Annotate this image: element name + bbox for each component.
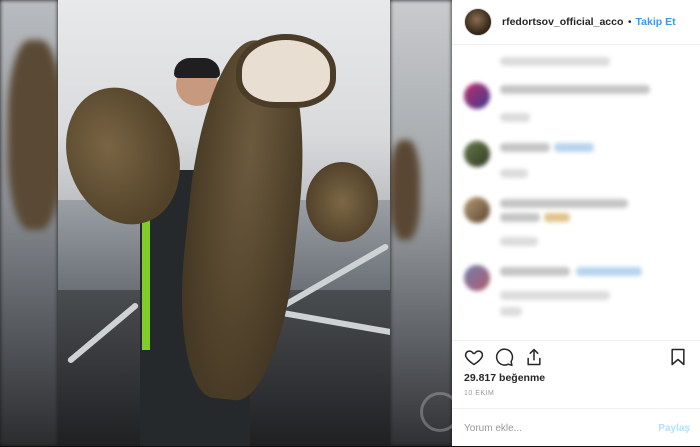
avatar: [464, 83, 490, 109]
post-photo[interactable]: [58, 0, 390, 446]
bookmark-icon[interactable]: [668, 347, 688, 367]
blurred-text: [500, 169, 528, 178]
header-separator: •: [628, 16, 632, 28]
follow-button[interactable]: Takip Et: [636, 16, 676, 28]
background-right-blur: [390, 0, 452, 446]
blurred-text: [500, 57, 610, 66]
comment-input[interactable]: [464, 423, 624, 434]
blurred-text: [500, 267, 570, 276]
blurred-text: [500, 199, 628, 208]
avatar: [464, 197, 490, 223]
post-header: rfedortsov_official_accou • Takip Et: [452, 0, 700, 45]
heart-icon[interactable]: [464, 347, 484, 367]
post-actions-bar: [452, 340, 700, 371]
blurred-text: [500, 85, 650, 94]
comments-list-blurred: [452, 45, 700, 335]
post-comment-button[interactable]: Paylaş: [658, 423, 690, 434]
photo-fisherman-cap: [174, 58, 220, 78]
blurred-emoji: [544, 213, 570, 222]
comment-icon[interactable]: [494, 347, 514, 367]
blurred-text: [500, 291, 610, 300]
share-icon[interactable]: [524, 347, 544, 367]
add-comment-bar: Paylaş: [452, 408, 700, 447]
photo-fish-mouth: [236, 34, 336, 108]
avatar: [464, 265, 490, 291]
blurred-mention: [576, 267, 642, 276]
blurred-text: [500, 307, 522, 316]
avatar: [464, 141, 490, 167]
blurred-text: [500, 213, 540, 222]
photo-fish-fin-right: [306, 162, 378, 242]
blurred-text: [500, 237, 538, 246]
post-date[interactable]: 10 EKİM: [464, 390, 494, 397]
username-link[interactable]: rfedortsov_official_accou: [502, 16, 624, 28]
post-side-panel: rfedortsov_official_accou • Takip Et 29.…: [452, 0, 700, 446]
background-left-blur: [0, 0, 62, 446]
avatar[interactable]: [464, 8, 492, 36]
blurred-text: [500, 143, 550, 152]
blurred-mention: [554, 143, 594, 152]
blurred-text: [500, 113, 530, 122]
likes-count[interactable]: 29.817 beğenme: [464, 372, 545, 384]
